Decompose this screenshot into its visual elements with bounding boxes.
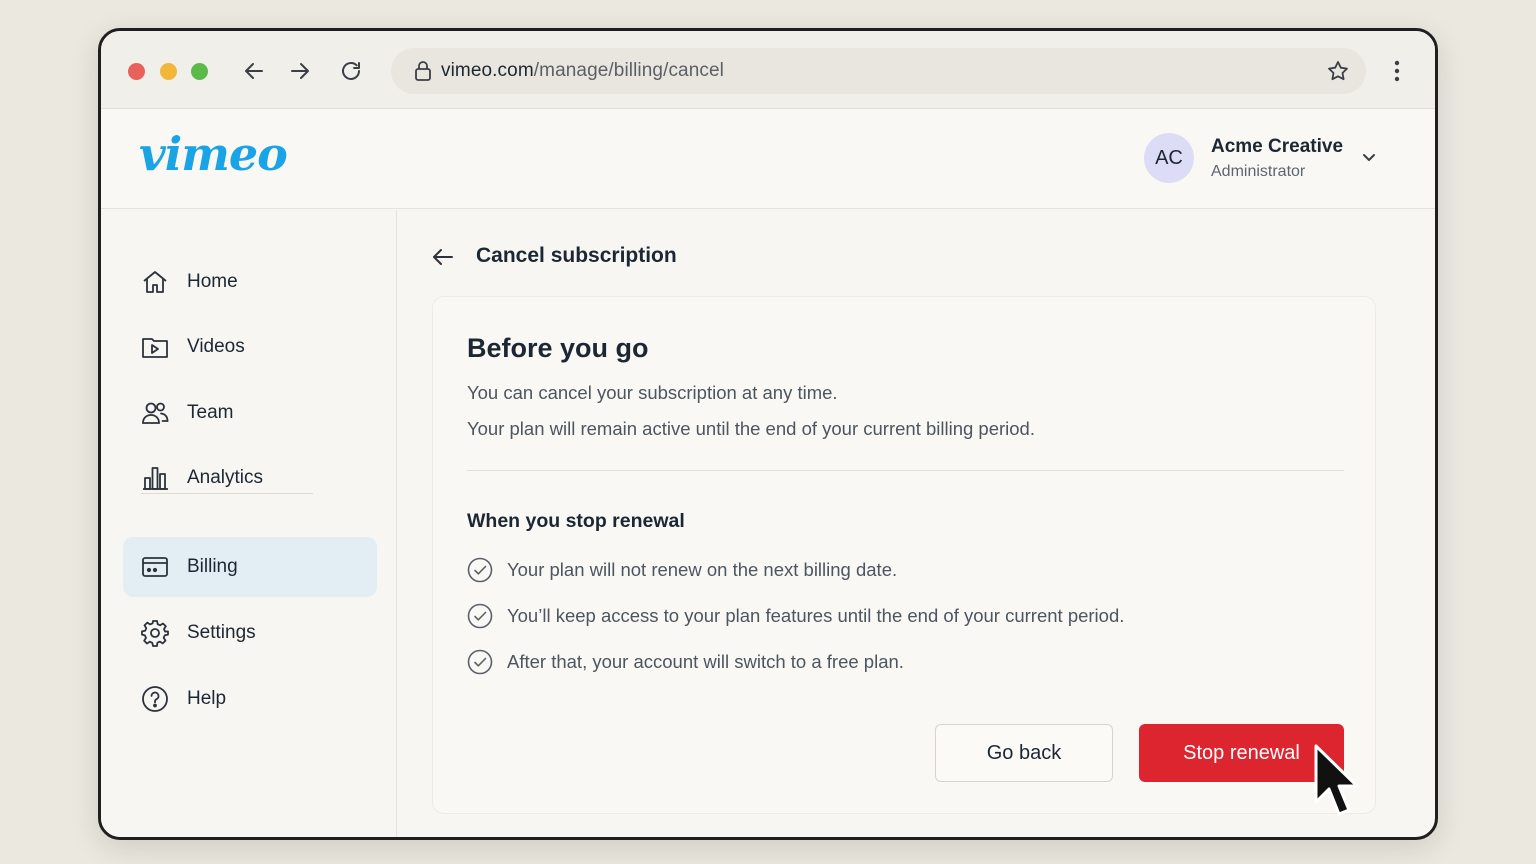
check-circle-icon <box>467 603 493 629</box>
sidebar-item-label: Team <box>187 402 234 423</box>
check-circle-icon <box>467 557 493 583</box>
sidebar-item-team[interactable]: Team <box>123 383 377 443</box>
browser-window: vimeo.com/manage/billing/cancel vimeo AC… <box>98 28 1438 840</box>
sidebar-item-settings[interactable]: Settings <box>123 603 377 663</box>
chevron-down-icon[interactable] <box>1359 147 1379 167</box>
cancel-card: Before you go You can cancel your subscr… <box>432 296 1376 814</box>
reload-button[interactable] <box>337 57 365 85</box>
sidebar-item-label: Videos <box>187 336 245 357</box>
team-icon <box>140 398 170 428</box>
list-item-text: You’ll keep access to your plan features… <box>507 605 1125 626</box>
close-window-button[interactable] <box>128 63 145 80</box>
home-icon <box>140 267 170 297</box>
list-item: You’ll keep access to your plan features… <box>467 602 1124 630</box>
main-content: Cancel subscription Before you go You ca… <box>398 210 1435 837</box>
reload-icon <box>342 62 360 80</box>
lock-icon <box>415 61 431 81</box>
site-header: vimeo AC Acme Creative Administrator <box>101 109 1435 209</box>
page-title: Cancel subscription <box>476 244 677 267</box>
list-item-text: Your plan will not renew on the next bil… <box>507 559 898 580</box>
back-nav-button[interactable] <box>240 57 268 85</box>
arrow-right-icon <box>291 63 309 79</box>
sidebar: Home Videos Team Analytics Billing Setti… <box>101 210 397 837</box>
browser-menu-icon[interactable] <box>1385 58 1409 84</box>
sidebar-item-label: Analytics <box>187 467 264 488</box>
card-heading: Before you go <box>467 333 649 363</box>
sidebar-item-label: Settings <box>187 622 256 643</box>
sidebar-item-help[interactable]: Help <box>123 669 377 729</box>
check-circle-icon <box>467 649 493 675</box>
video-icon <box>140 332 170 362</box>
account-name[interactable]: Acme Creative <box>1211 136 1343 158</box>
sidebar-divider <box>141 493 313 494</box>
bookmark-star-icon[interactable] <box>1326 59 1350 83</box>
card-divider <box>467 470 1344 471</box>
url-host: vimeo.com <box>441 60 534 81</box>
sidebar-item-label: Billing <box>187 556 238 577</box>
intro-text: You can cancel your subscription at any … <box>467 382 838 403</box>
avatar[interactable]: AC <box>1144 133 1194 183</box>
minimize-window-button[interactable] <box>160 63 177 80</box>
url-text: vimeo.com/manage/billing/cancel <box>441 60 724 82</box>
list-item: Your plan will not renew on the next bil… <box>467 556 897 584</box>
go-back-button[interactable]: Go back <box>935 724 1113 782</box>
url-path: /manage/billing/cancel <box>533 60 724 81</box>
vimeo-logo[interactable]: vimeo <box>139 127 288 181</box>
browser-toolbar: vimeo.com/manage/billing/cancel <box>101 31 1435 109</box>
list-item-text: After that, your account will switch to … <box>507 651 904 672</box>
help-icon <box>140 684 170 714</box>
arrow-left-icon[interactable] <box>430 244 456 270</box>
address-bar[interactable]: vimeo.com/manage/billing/cancel <box>391 48 1366 94</box>
sidebar-item-videos[interactable]: Videos <box>123 317 377 377</box>
intro-text: Your plan will remain active until the e… <box>467 418 1035 439</box>
arrow-left-icon <box>245 63 263 79</box>
maximize-window-button[interactable] <box>191 63 208 80</box>
gear-icon <box>140 618 170 648</box>
sidebar-item-home[interactable]: Home <box>123 252 377 312</box>
forward-nav-button[interactable] <box>286 57 314 85</box>
billing-icon <box>140 552 170 582</box>
account-role: Administrator <box>1211 163 1306 180</box>
sidebar-item-analytics[interactable]: Analytics <box>123 448 377 508</box>
card-subheading: When you stop renewal <box>467 510 685 532</box>
stop-renewal-button[interactable]: Stop renewal <box>1139 724 1344 782</box>
sidebar-item-label: Help <box>187 688 227 709</box>
sidebar-item-label: Home <box>187 271 238 292</box>
sidebar-item-billing[interactable]: Billing <box>123 537 377 597</box>
list-item: After that, your account will switch to … <box>467 648 904 676</box>
analytics-icon <box>140 463 170 493</box>
